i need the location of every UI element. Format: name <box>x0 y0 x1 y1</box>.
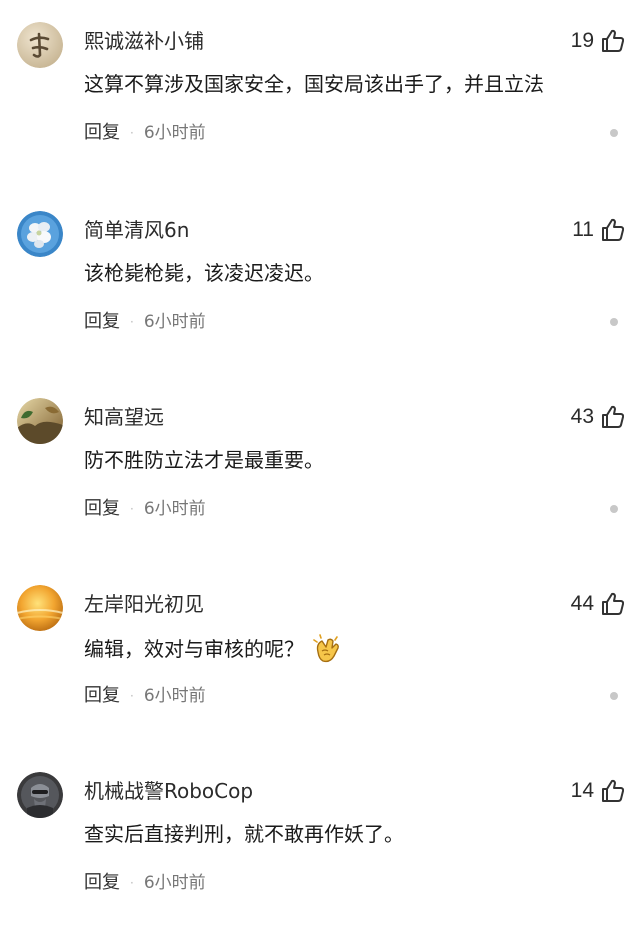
comment-meta: 回复 · 6小时前 <box>84 683 206 709</box>
comment-text: 该枪毙枪毙，该凌迟凌迟。 <box>84 258 324 288</box>
like-button[interactable]: 19 <box>571 26 626 56</box>
comment-item: 机械战警RoboCop 14 查实后直接判刑，就不敢再作妖了。 回复 · 6小时… <box>0 772 640 952</box>
username[interactable]: 机械战警RoboCop <box>84 778 253 804</box>
robocop-avatar-icon <box>17 772 63 818</box>
comment-meta: 回复 · 6小时前 <box>84 309 206 335</box>
thumbs-up-icon[interactable] <box>600 591 626 617</box>
brush-stroke-avatar-icon <box>17 22 63 68</box>
comment-item: 左岸阳光初见 44 编辑，效对与审核的呢？ 回复 · 6小时前 <box>0 585 640 765</box>
sunset-avatar-icon <box>17 585 63 631</box>
avatar[interactable] <box>17 398 63 444</box>
separator-dot: · <box>130 315 134 329</box>
username[interactable]: 熙诚滋补小铺 <box>84 28 204 54</box>
avatar[interactable] <box>17 211 63 257</box>
timestamp: 6小时前 <box>143 123 206 143</box>
timestamp: 6小时前 <box>143 312 206 332</box>
like-count: 19 <box>570 29 594 52</box>
reply-button[interactable]: 回复 <box>84 120 120 146</box>
timestamp: 6小时前 <box>143 499 206 519</box>
separator-dot: · <box>130 689 134 703</box>
comment-meta: 回复 · 6小时前 <box>84 120 206 146</box>
comment-text: 编辑，效对与审核的呢？ <box>84 632 344 666</box>
like-count: 11 <box>572 218 594 241</box>
comment-meta: 回复 · 6小时前 <box>84 870 206 896</box>
username[interactable]: 简单清风6n <box>84 217 189 243</box>
avatar[interactable] <box>17 585 63 631</box>
like-count: 44 <box>570 592 594 615</box>
more-options-icon[interactable] <box>610 129 618 137</box>
username[interactable]: 左岸阳光初见 <box>84 591 204 617</box>
comment-text-content: 该枪毙枪毙，该凌迟凌迟。 <box>84 261 324 285</box>
comment-text-content: 这算不算涉及国家安全，国安局该出手了，并且立法 <box>84 72 544 96</box>
separator-dot: · <box>130 126 134 140</box>
more-options-icon[interactable] <box>610 505 618 513</box>
username[interactable]: 知高望远 <box>84 404 164 430</box>
comment-text-content: 编辑，效对与审核的呢？ <box>84 637 304 661</box>
thumbs-up-icon[interactable] <box>600 778 626 804</box>
reply-button[interactable]: 回复 <box>84 496 120 522</box>
like-button[interactable]: 43 <box>571 402 626 432</box>
thumbs-up-icon[interactable] <box>600 217 626 243</box>
reply-button[interactable]: 回复 <box>84 870 120 896</box>
like-button[interactable]: 14 <box>571 776 626 806</box>
like-button[interactable]: 44 <box>571 589 626 619</box>
clapping-hands-emoji-icon <box>310 632 344 666</box>
comment-text-content: 防不胜防立法才是最重要。 <box>84 448 324 472</box>
comment-text: 这算不算涉及国家安全，国安局该出手了，并且立法 <box>84 69 544 99</box>
like-count: 14 <box>570 779 594 802</box>
timestamp: 6小时前 <box>143 873 206 893</box>
separator-dot: · <box>130 502 134 516</box>
landscape-avatar-icon <box>17 398 63 444</box>
avatar[interactable] <box>17 22 63 68</box>
reply-button[interactable]: 回复 <box>84 683 120 709</box>
comment-item: 知高望远 43 防不胜防立法才是最重要。 回复 · 6小时前 <box>0 398 640 578</box>
comment-item: 简单清风6n 11 该枪毙枪毙，该凌迟凌迟。 回复 · 6小时前 <box>0 211 640 391</box>
comment-text-content: 查实后直接判刑，就不敢再作妖了。 <box>84 822 404 846</box>
reply-button[interactable]: 回复 <box>84 309 120 335</box>
more-options-icon[interactable] <box>610 692 618 700</box>
avatar[interactable] <box>17 772 63 818</box>
like-count: 43 <box>570 405 594 428</box>
comment-item: 熙诚滋补小铺 19 这算不算涉及国家安全，国安局该出手了，并且立法 回复 · 6… <box>0 22 640 202</box>
comment-text: 查实后直接判刑，就不敢再作妖了。 <box>84 819 404 849</box>
like-button[interactable]: 11 <box>572 215 626 245</box>
separator-dot: · <box>130 876 134 890</box>
comment-text: 防不胜防立法才是最重要。 <box>84 445 324 475</box>
timestamp: 6小时前 <box>143 686 206 706</box>
comment-meta: 回复 · 6小时前 <box>84 496 206 522</box>
thumbs-up-icon[interactable] <box>600 28 626 54</box>
more-options-icon[interactable] <box>610 318 618 326</box>
white-flower-avatar-icon <box>17 211 63 257</box>
thumbs-up-icon[interactable] <box>600 404 626 430</box>
